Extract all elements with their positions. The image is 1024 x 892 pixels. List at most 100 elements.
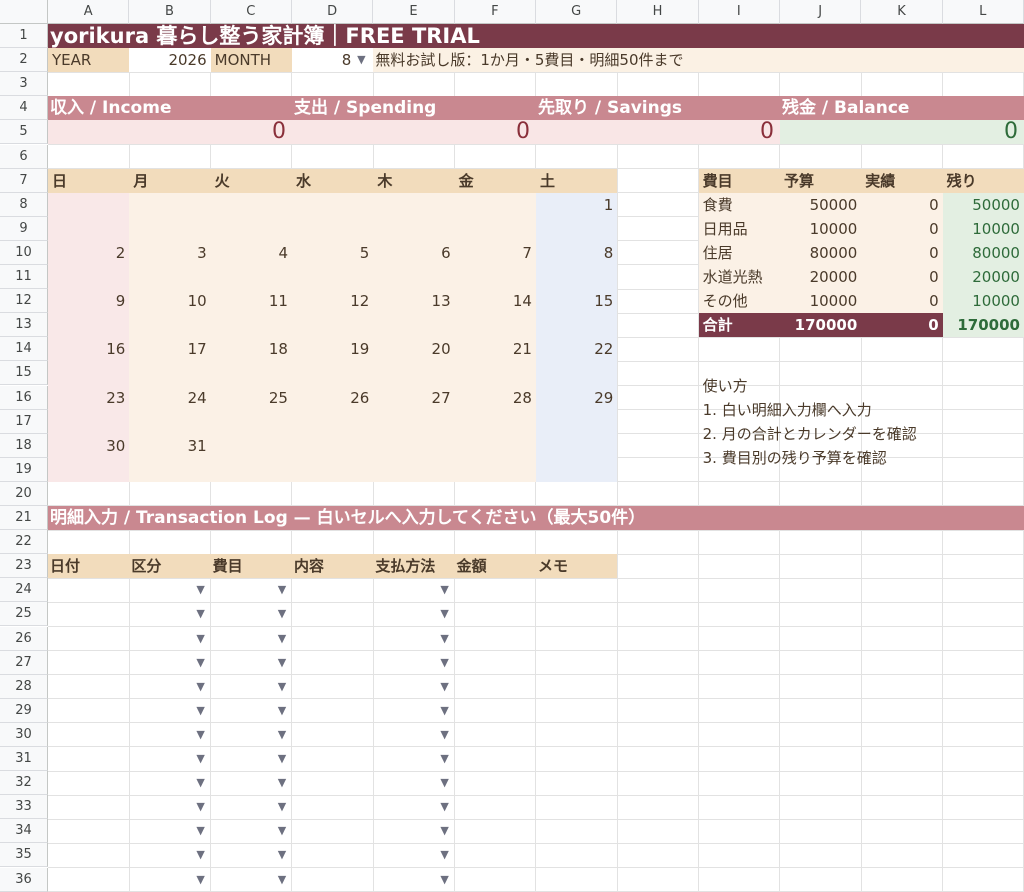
dropdown-arrow-icon[interactable]: ▼ bbox=[439, 578, 451, 602]
cell[interactable] bbox=[373, 72, 456, 97]
cell[interactable] bbox=[942, 722, 1024, 748]
row-header[interactable]: 27 bbox=[0, 650, 48, 675]
calendar-day[interactable]: 10 bbox=[129, 289, 207, 313]
cell[interactable] bbox=[698, 578, 781, 603]
cell[interactable] bbox=[48, 674, 130, 700]
cell[interactable] bbox=[454, 626, 537, 652]
cell[interactable] bbox=[861, 554, 944, 579]
cell[interactable] bbox=[454, 747, 537, 772]
cell[interactable] bbox=[861, 819, 944, 844]
cell[interactable] bbox=[779, 674, 862, 700]
row-header[interactable]: 10 bbox=[0, 240, 48, 265]
dropdown-arrow-icon[interactable]: ▼ bbox=[439, 771, 451, 795]
dropdown-arrow-icon[interactable]: ▼ bbox=[276, 699, 288, 723]
cell[interactable] bbox=[779, 602, 862, 627]
row-header[interactable]: 16 bbox=[0, 385, 48, 410]
calendar-day[interactable]: 4 bbox=[211, 241, 288, 265]
cell[interactable] bbox=[698, 481, 781, 507]
cell[interactable] bbox=[861, 843, 944, 868]
cell[interactable] bbox=[48, 819, 130, 844]
cell[interactable] bbox=[779, 650, 862, 676]
cell[interactable] bbox=[291, 819, 374, 844]
cell[interactable] bbox=[48, 771, 130, 796]
dropdown-arrow-icon[interactable]: ▼ bbox=[276, 795, 288, 819]
cell[interactable] bbox=[535, 771, 618, 796]
row-header[interactable]: 26 bbox=[0, 626, 48, 651]
cell[interactable] bbox=[617, 602, 700, 627]
column-header[interactable]: D bbox=[291, 0, 374, 24]
cell[interactable] bbox=[617, 385, 700, 411]
cell[interactable] bbox=[861, 722, 944, 748]
cell[interactable] bbox=[48, 144, 130, 170]
cell[interactable] bbox=[617, 481, 700, 507]
row-header[interactable]: 34 bbox=[0, 819, 48, 844]
month-value[interactable]: 8 bbox=[292, 48, 352, 72]
calendar-day[interactable]: 13 bbox=[373, 289, 451, 313]
dropdown-arrow-icon[interactable]: ▼ bbox=[195, 843, 207, 867]
cell[interactable] bbox=[129, 481, 212, 507]
cell[interactable] bbox=[617, 843, 700, 868]
cell[interactable] bbox=[617, 313, 700, 338]
cell[interactable] bbox=[617, 361, 700, 386]
calendar-day[interactable]: 2 bbox=[48, 241, 126, 265]
cell[interactable] bbox=[454, 72, 537, 97]
cell[interactable] bbox=[129, 72, 212, 97]
cell[interactable] bbox=[942, 698, 1024, 724]
cell[interactable] bbox=[291, 674, 374, 700]
cell[interactable] bbox=[698, 771, 781, 796]
cell[interactable] bbox=[48, 481, 130, 507]
dropdown-arrow-icon[interactable]: ▼ bbox=[439, 843, 451, 867]
cell[interactable] bbox=[617, 747, 700, 772]
cell[interactable] bbox=[942, 72, 1024, 97]
row-header[interactable]: 17 bbox=[0, 409, 48, 434]
cell[interactable] bbox=[454, 530, 537, 555]
cell[interactable] bbox=[779, 144, 862, 170]
cell[interactable] bbox=[698, 530, 781, 555]
cell[interactable] bbox=[535, 698, 618, 724]
cell[interactable] bbox=[698, 674, 781, 700]
calendar-day[interactable]: 15 bbox=[536, 289, 613, 313]
cell[interactable] bbox=[48, 72, 130, 97]
row-header[interactable]: 12 bbox=[0, 289, 48, 314]
dropdown-arrow-icon[interactable]: ▼ bbox=[276, 843, 288, 867]
cell[interactable] bbox=[942, 337, 1024, 362]
cell[interactable] bbox=[454, 650, 537, 676]
dropdown-arrow-icon[interactable]: ▼ bbox=[439, 699, 451, 723]
column-header[interactable]: E bbox=[373, 0, 455, 24]
cell[interactable] bbox=[942, 602, 1024, 627]
cell[interactable] bbox=[942, 481, 1024, 507]
cell[interactable] bbox=[48, 530, 130, 555]
cell[interactable] bbox=[535, 747, 618, 772]
cell[interactable] bbox=[454, 819, 537, 844]
cell[interactable] bbox=[454, 674, 537, 700]
cell[interactable] bbox=[861, 795, 944, 820]
cell[interactable] bbox=[535, 843, 618, 868]
cell[interactable] bbox=[861, 144, 944, 170]
cell[interactable] bbox=[698, 626, 781, 652]
cell[interactable] bbox=[454, 722, 537, 748]
cell[interactable] bbox=[535, 867, 618, 892]
calendar-day[interactable]: 19 bbox=[292, 337, 369, 361]
row-header[interactable]: 24 bbox=[0, 578, 48, 603]
cell[interactable] bbox=[291, 747, 374, 772]
cell[interactable] bbox=[617, 409, 700, 435]
dropdown-arrow-icon[interactable]: ▼ bbox=[195, 627, 207, 651]
calendar-day[interactable]: 30 bbox=[48, 434, 125, 458]
cell[interactable] bbox=[454, 602, 537, 627]
calendar-day[interactable]: 11 bbox=[211, 289, 288, 313]
cell[interactable] bbox=[535, 578, 618, 603]
cell[interactable] bbox=[779, 337, 862, 362]
cell[interactable] bbox=[617, 674, 700, 700]
column-header[interactable]: L bbox=[942, 0, 1024, 24]
cell[interactable] bbox=[617, 168, 700, 194]
cell[interactable] bbox=[861, 481, 944, 507]
calendar-day[interactable]: 21 bbox=[455, 337, 532, 361]
cell[interactable] bbox=[617, 554, 700, 579]
row-header[interactable]: 13 bbox=[0, 313, 48, 338]
column-header[interactable]: F bbox=[454, 0, 536, 24]
cell[interactable] bbox=[698, 554, 781, 579]
cell[interactable] bbox=[861, 771, 944, 796]
row-header[interactable]: 35 bbox=[0, 843, 48, 868]
year-value[interactable]: 2026 bbox=[129, 48, 206, 72]
cell[interactable] bbox=[291, 867, 374, 892]
